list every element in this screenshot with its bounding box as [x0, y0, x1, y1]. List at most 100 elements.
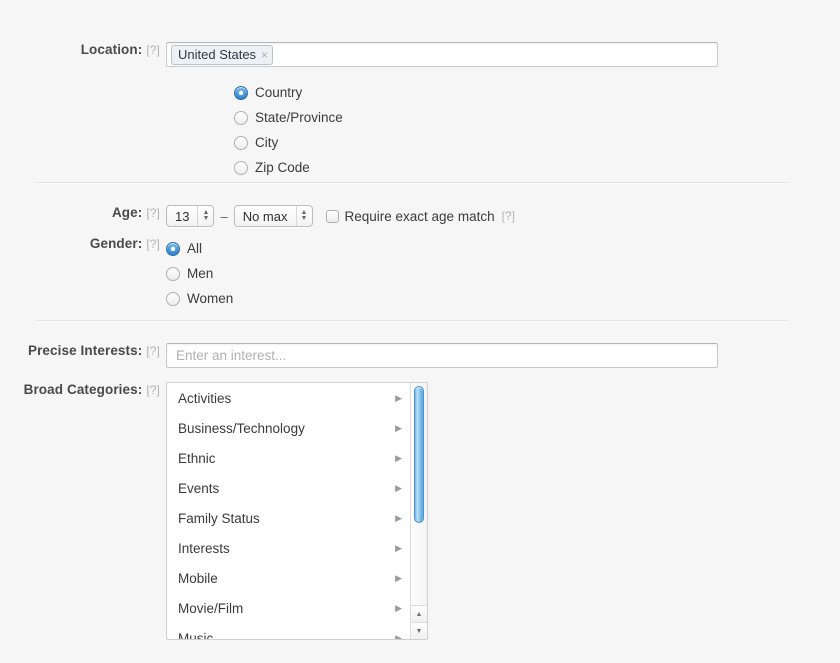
checkbox-icon[interactable]	[326, 210, 339, 223]
precise-interests-field: Enter an interest...	[166, 343, 718, 368]
scroll-up-button[interactable]: ▲	[411, 605, 427, 622]
list-item[interactable]: Movie/Film ▶	[167, 593, 410, 623]
age-min-select[interactable]: 13 ▲ ▼	[166, 205, 214, 227]
close-icon[interactable]: ×	[261, 48, 268, 62]
radio-option-zip-code[interactable]: Zip Code	[234, 155, 343, 180]
location-token-label: United States	[178, 47, 256, 62]
list-item-label: Mobile	[178, 571, 218, 586]
list-item-label: Business/Technology	[178, 421, 305, 436]
chevron-down-icon: ▼	[301, 216, 308, 222]
exact-age-match-help-icon[interactable]: [?]	[502, 209, 515, 223]
radio-icon[interactable]	[234, 111, 248, 125]
list-item-label: Family Status	[178, 511, 260, 526]
broad-categories-label: Broad Categories:[?]	[0, 382, 166, 397]
radio-label: Zip Code	[255, 160, 310, 175]
gender-help-icon[interactable]: [?]	[146, 237, 160, 251]
exact-age-match-label: Require exact age match	[345, 209, 495, 224]
broad-categories-listbox[interactable]: Activities ▶ Business/Technology ▶ Ethni…	[166, 382, 428, 640]
radio-label: Country	[255, 85, 302, 100]
list-item-label: Movie/Film	[178, 601, 243, 616]
age-help-icon[interactable]: [?]	[146, 206, 160, 220]
broad-categories-row: Broad Categories:[?] Activities ▶ Busine…	[0, 382, 786, 640]
section-divider-2	[36, 320, 788, 322]
chevron-right-icon: ▶	[395, 453, 402, 464]
radio-label: Women	[187, 291, 233, 306]
broad-categories-list: Activities ▶ Business/Technology ▶ Ethni…	[167, 383, 410, 639]
radio-option-state-province[interactable]: State/Province	[234, 105, 343, 130]
list-item[interactable]: Interests ▶	[167, 533, 410, 563]
radio-icon[interactable]	[166, 292, 180, 306]
chevron-right-icon: ▶	[395, 423, 402, 434]
radio-option-country[interactable]: Country	[234, 80, 343, 105]
radio-icon[interactable]	[234, 161, 248, 175]
list-item[interactable]: Business/Technology ▶	[167, 413, 410, 443]
location-label: Location:[?]	[0, 42, 166, 57]
triangle-down-icon: ▼	[416, 628, 423, 635]
scrollbar-track[interactable]	[411, 383, 427, 605]
location-scope-radio-group: Country State/Province City Zip Code	[234, 80, 343, 180]
broad-categories-help-icon[interactable]: [?]	[146, 383, 160, 397]
radio-icon[interactable]	[234, 86, 248, 100]
radio-icon[interactable]	[166, 242, 180, 256]
stepper-arrows-icon[interactable]: ▲ ▼	[197, 206, 213, 226]
list-item[interactable]: Ethnic ▶	[167, 443, 410, 473]
chevron-right-icon: ▶	[395, 573, 402, 584]
triangle-up-icon: ▲	[416, 611, 423, 618]
age-range-separator: –	[220, 209, 227, 224]
age-field: 13 ▲ ▼ – No max ▲ ▼ Require exact age ma…	[166, 205, 786, 227]
exact-age-match-checkbox-group[interactable]: Require exact age match [?]	[326, 209, 515, 224]
list-item-label: Events	[178, 481, 219, 496]
chevron-right-icon: ▶	[395, 603, 402, 614]
radio-option-city[interactable]: City	[234, 130, 343, 155]
precise-interests-label: Precise Interests: [?]	[0, 343, 166, 358]
list-item[interactable]: Music ▶	[167, 623, 410, 640]
radio-icon[interactable]	[234, 136, 248, 150]
broad-categories-label-text: Broad Categories:	[24, 382, 143, 397]
age-min-value: 13	[167, 206, 197, 226]
location-input[interactable]: United States ×	[166, 42, 718, 67]
list-item[interactable]: Events ▶	[167, 473, 410, 503]
location-row: Location:[?] United States ×	[0, 42, 786, 67]
broad-categories-field: Activities ▶ Business/Technology ▶ Ethni…	[166, 382, 786, 640]
age-row: Age:[?] 13 ▲ ▼ – No max ▲ ▼ Require exac	[0, 205, 786, 227]
gender-label-text: Gender:	[90, 236, 142, 251]
radio-icon[interactable]	[166, 267, 180, 281]
chevron-right-icon: ▶	[395, 513, 402, 524]
location-help-icon[interactable]: [?]	[146, 43, 160, 57]
list-item-label: Activities	[178, 391, 231, 406]
chevron-right-icon: ▶	[395, 633, 402, 641]
section-divider-1	[36, 182, 788, 184]
chevron-right-icon: ▶	[395, 483, 402, 494]
radio-option-men[interactable]: Men	[166, 261, 786, 286]
precise-interests-label-text: Precise Interests:	[28, 343, 142, 358]
location-field: United States ×	[166, 42, 718, 67]
list-item-label: Music	[178, 631, 213, 641]
chevron-right-icon: ▶	[395, 393, 402, 404]
scrollbar-thumb[interactable]	[414, 386, 424, 523]
radio-option-women[interactable]: Women	[166, 286, 786, 311]
location-token[interactable]: United States ×	[171, 45, 273, 65]
radio-option-all[interactable]: All	[166, 236, 786, 261]
stepper-arrows-icon[interactable]: ▲ ▼	[296, 206, 312, 226]
audience-targeting-form: Location:[?] United States × Country Sta…	[0, 0, 840, 663]
list-item[interactable]: Activities ▶	[167, 383, 410, 413]
gender-radio-group: All Men Women	[166, 236, 786, 311]
list-item[interactable]: Mobile ▶	[167, 563, 410, 593]
precise-interests-row: Precise Interests: [?] Enter an interest.…	[0, 343, 786, 368]
radio-label: City	[255, 135, 278, 150]
vertical-scrollbar[interactable]: ▲ ▼	[410, 383, 427, 639]
age-label-text: Age:	[112, 205, 142, 220]
chevron-down-icon: ▼	[203, 216, 210, 222]
list-item[interactable]: Family Status ▶	[167, 503, 410, 533]
age-max-select[interactable]: No max ▲ ▼	[234, 205, 313, 227]
precise-interests-input[interactable]: Enter an interest...	[166, 343, 718, 368]
gender-row: Gender: [?] All Men Women	[0, 236, 786, 311]
age-label: Age: [?]	[0, 205, 166, 220]
radio-label: State/Province	[255, 110, 343, 125]
scroll-down-button[interactable]: ▼	[411, 622, 427, 639]
radio-label: All	[187, 241, 202, 256]
list-item-label: Ethnic	[178, 451, 216, 466]
age-max-value: No max	[235, 206, 296, 226]
precise-interests-help-icon[interactable]: [?]	[146, 344, 160, 358]
location-label-text: Location:	[81, 42, 143, 57]
